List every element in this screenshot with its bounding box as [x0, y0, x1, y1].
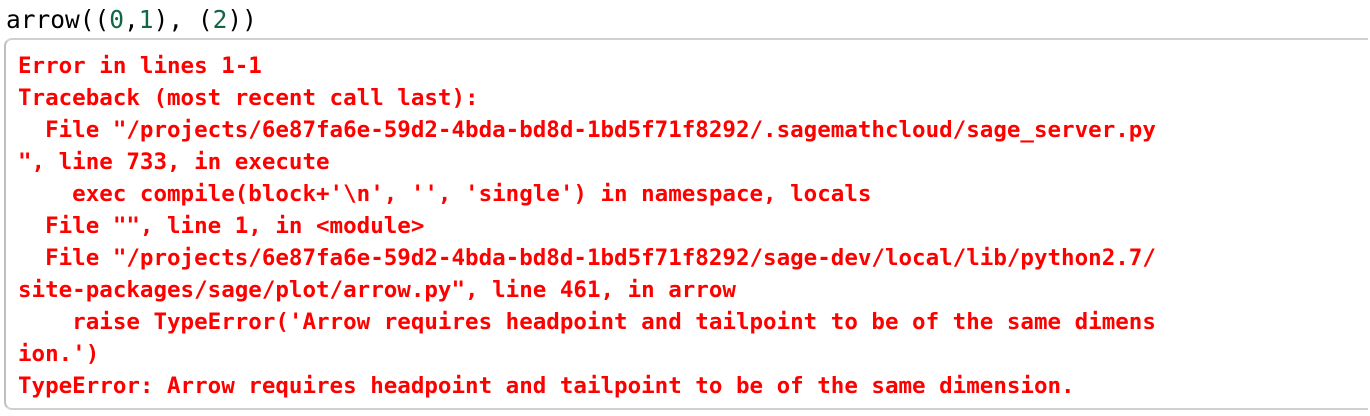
- error-line: exec compile(block+'\n', '', 'single') i…: [18, 181, 872, 207]
- error-line: raise TypeError('Arrow requires headpoin…: [18, 309, 1156, 335]
- error-line: File "", line 1, in <module>: [18, 213, 425, 239]
- code-number: 0: [109, 5, 125, 34]
- error-line: Traceback (most recent call last):: [18, 85, 479, 111]
- error-line: File "/projects/6e87fa6e-59d2-4bda-bd8d-…: [18, 245, 1156, 271]
- code-number: 1: [138, 5, 154, 34]
- error-line: ion.'): [18, 341, 100, 367]
- error-line: site-packages/sage/plot/arrow.py", line …: [18, 277, 736, 303]
- code-input-line[interactable]: arrow((0,1), (2)): [6, 4, 257, 36]
- code-number: 2: [212, 5, 228, 34]
- code-func: arrow((: [6, 5, 110, 34]
- error-line: ", line 733, in execute: [18, 149, 330, 175]
- error-traceback: Error in lines 1-1 Traceback (most recent…: [18, 50, 1156, 402]
- error-line: File "/projects/6e87fa6e-59d2-4bda-bd8d-…: [18, 117, 1156, 143]
- error-line: TypeError: Arrow requires headpoint and …: [18, 373, 1075, 399]
- code-punct: ,: [124, 5, 139, 34]
- code-punct: ), (: [153, 5, 213, 34]
- code-punct: )): [227, 5, 257, 34]
- error-line: Error in lines 1-1: [18, 53, 262, 79]
